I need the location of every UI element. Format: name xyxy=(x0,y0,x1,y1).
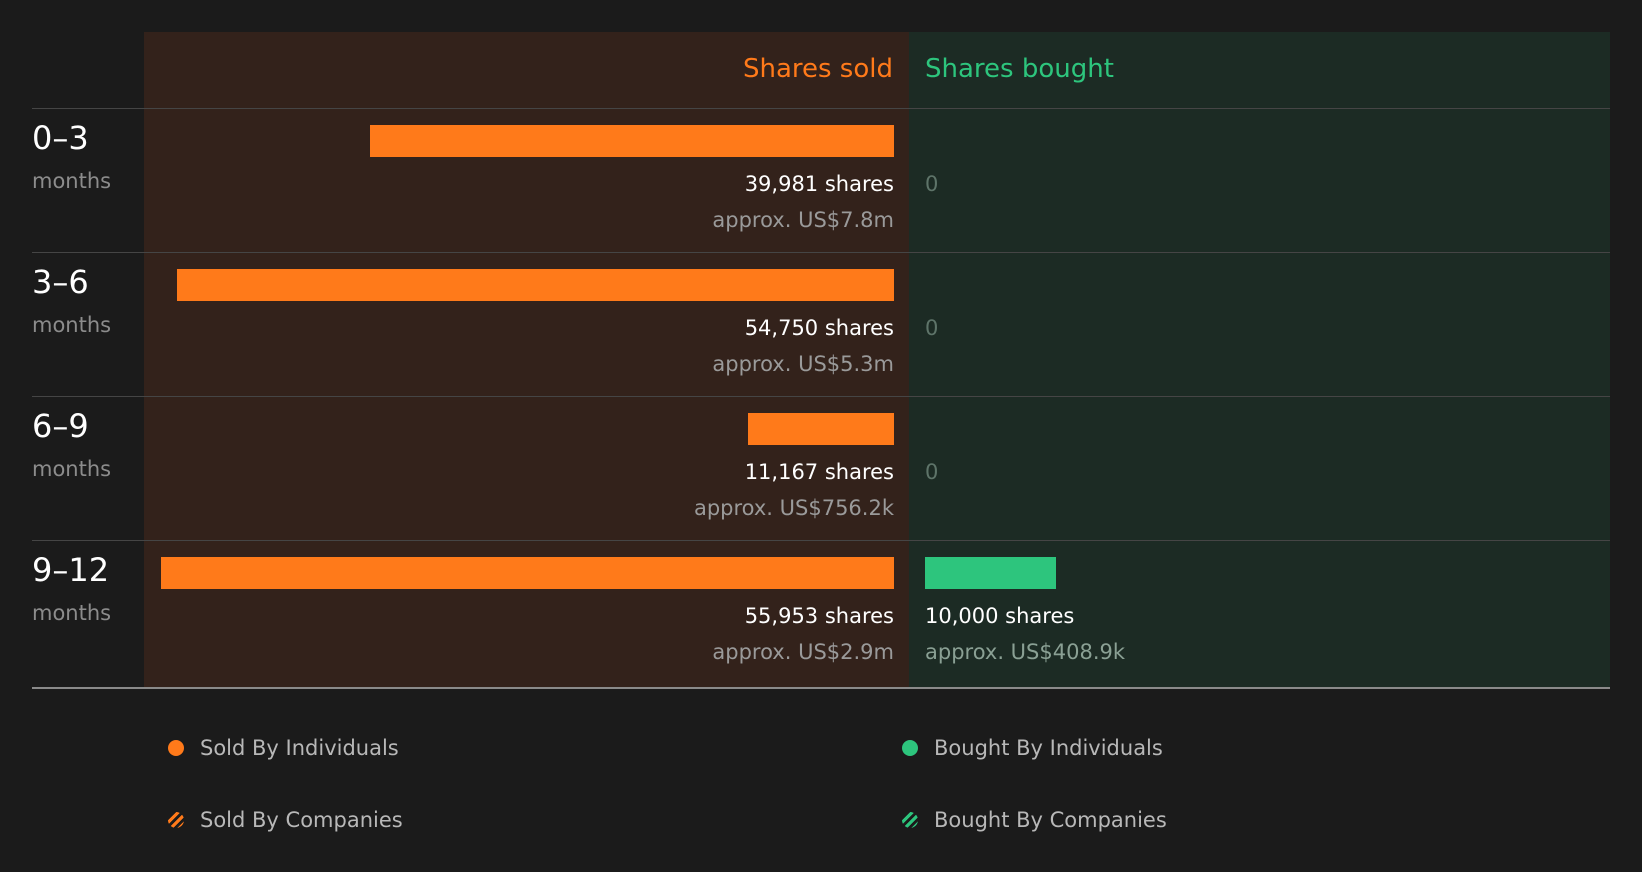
bought-shares-label: 0 xyxy=(925,172,939,196)
bought-bar xyxy=(925,557,1056,589)
legend-label: Bought By Companies xyxy=(934,808,1167,832)
sold-bar xyxy=(370,125,894,157)
striped-circle-icon xyxy=(902,812,918,828)
sold-bar xyxy=(747,413,894,445)
sold-bar xyxy=(176,269,894,301)
sold-shares-label: 11,167 shares xyxy=(744,460,894,484)
bought-shares-label: 0 xyxy=(925,316,939,340)
period-unit: months xyxy=(32,313,112,337)
period-unit: months xyxy=(32,601,112,625)
legend-label: Sold By Individuals xyxy=(200,736,399,760)
sold-bar xyxy=(161,557,894,589)
shares-sold-header: Shares sold xyxy=(742,54,893,84)
period-row: 0–3 months 39,981 shares approx. US$7.8m 0 xyxy=(32,110,1610,254)
period-row: 9–12 months 55,953 shares approx. US$2.9m 10… xyxy=(32,542,1610,686)
shares-bought-header: Shares bought xyxy=(925,54,1114,84)
period-unit: months xyxy=(32,169,112,193)
solid-circle-icon xyxy=(902,740,918,756)
sold-value-label: approx. US$756.2k xyxy=(693,496,894,520)
sold-shares-label: 55,953 shares xyxy=(744,604,894,628)
bought-value-label: approx. US$408.9k xyxy=(925,640,1126,664)
period-row: 3–6 months 54,750 shares approx. US$5.3m 0 xyxy=(32,254,1610,398)
bought-shares-label: 10,000 shares xyxy=(925,604,1075,628)
period-range: 3–6 xyxy=(32,263,89,301)
period-range: 0–3 xyxy=(32,119,89,157)
insider-trading-chart: Shares sold Shares bought 0–3 months 39,98… xyxy=(32,32,1610,689)
solid-circle-icon xyxy=(168,740,184,756)
sold-value-label: approx. US$5.3m xyxy=(712,352,894,376)
chart-baseline xyxy=(32,687,1610,689)
row-separator xyxy=(32,252,1610,253)
legend-label: Bought By Individuals xyxy=(934,736,1163,760)
sold-value-label: approx. US$7.8m xyxy=(712,208,894,232)
period-row: 6–9 months 11,167 shares approx. US$756.2k 0 xyxy=(32,398,1610,542)
period-range: 6–9 xyxy=(32,407,89,445)
sold-shares-label: 54,750 shares xyxy=(744,316,894,340)
sold-shares-label: 39,981 shares xyxy=(744,172,894,196)
striped-circle-icon xyxy=(168,812,184,828)
row-separator xyxy=(32,540,1610,541)
legend-label: Sold By Companies xyxy=(200,808,403,832)
row-separator xyxy=(32,108,1610,109)
row-separator xyxy=(32,396,1610,397)
bought-shares-label: 0 xyxy=(925,460,939,484)
period-range: 9–12 xyxy=(32,551,110,589)
sold-value-label: approx. US$2.9m xyxy=(712,640,894,664)
period-unit: months xyxy=(32,457,112,481)
